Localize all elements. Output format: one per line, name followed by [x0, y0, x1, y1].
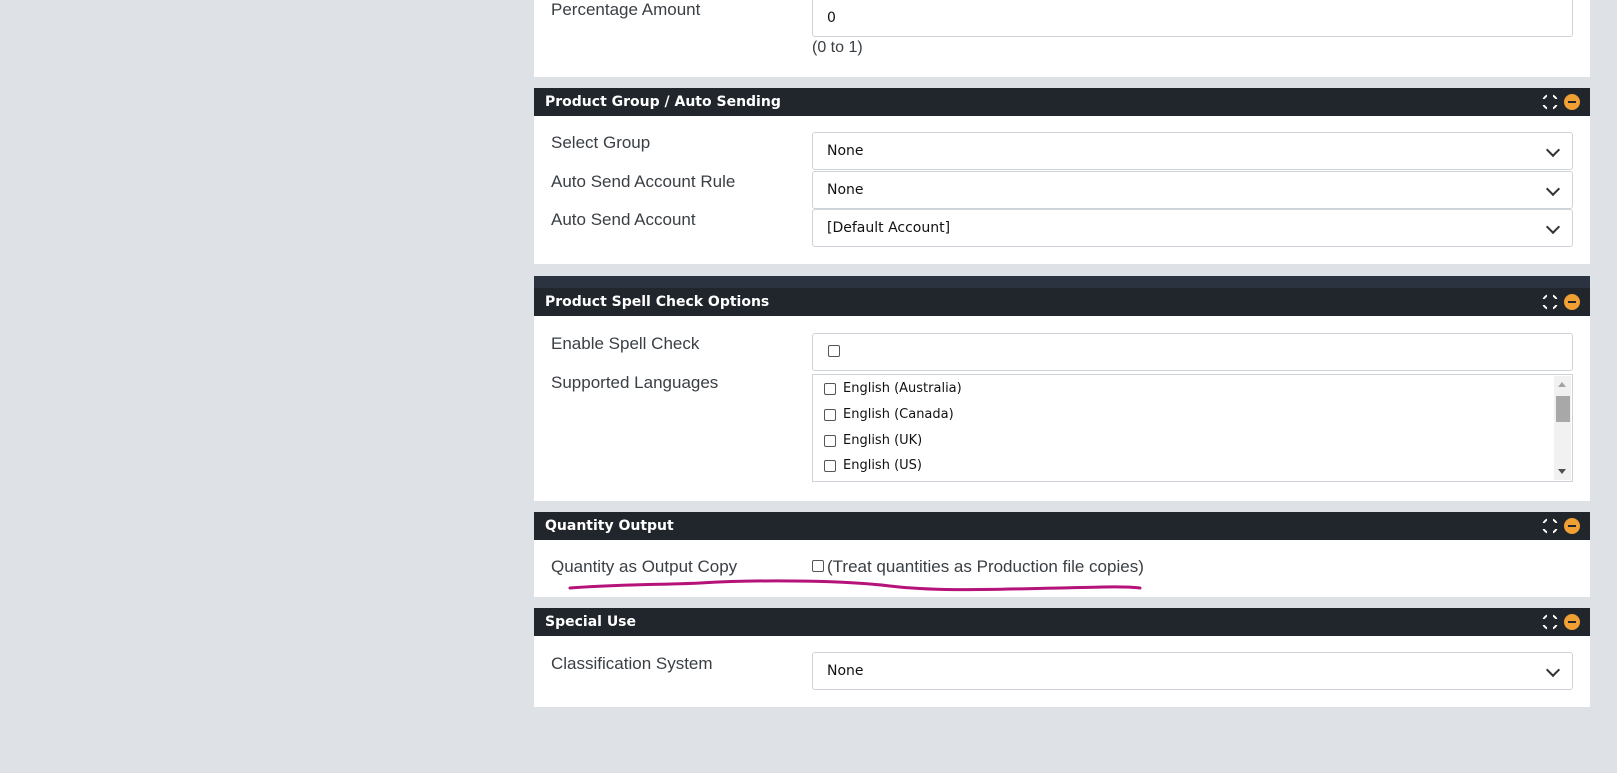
quantity-output-title: Quantity Output [545, 518, 674, 534]
language-checkbox[interactable] [824, 459, 836, 472]
quantity-output-option[interactable]: (Treat quantities as Production file cop… [812, 557, 1144, 577]
enable-spell-check-box [812, 333, 1573, 371]
language-label: English (Canada) [843, 407, 954, 422]
chevron-down-icon [1545, 181, 1561, 197]
section-divider-bar [534, 276, 1590, 288]
language-label: English (US) [843, 458, 922, 473]
auto-send-account-label: Auto Send Account [551, 210, 696, 229]
languages-scrollbar[interactable] [1554, 376, 1571, 480]
special-use-header: Special Use [534, 608, 1590, 636]
annotation-underline [568, 579, 1142, 592]
auto-send-rule-select[interactable]: None [812, 171, 1573, 209]
language-checkbox[interactable] [824, 434, 836, 447]
collapse-icon[interactable] [1564, 518, 1580, 534]
quantity-output-text: (Treat quantities as Production file cop… [827, 557, 1144, 576]
auto-send-rule-label: Auto Send Account Rule [551, 172, 736, 191]
expand-icon[interactable] [1542, 294, 1558, 310]
chevron-down-icon [1545, 142, 1561, 158]
expand-icon[interactable] [1542, 94, 1558, 110]
percentage-amount-input[interactable]: 0 [812, 0, 1573, 37]
classification-system-value: None [827, 663, 864, 679]
percentage-hint: (0 to 1) [812, 39, 863, 56]
quantity-as-output-copy-label: Quantity as Output Copy [551, 557, 738, 576]
auto-send-account-value: [Default Account] [827, 220, 951, 236]
supported-languages-label: Supported Languages [551, 373, 719, 392]
language-checkbox[interactable] [824, 408, 836, 421]
spell-check-title: Product Spell Check Options [545, 294, 770, 310]
enable-spell-check-label: Enable Spell Check [551, 334, 700, 353]
scroll-down-arrow-icon[interactable] [1558, 469, 1566, 474]
collapse-icon[interactable] [1564, 94, 1580, 110]
supported-languages-list[interactable]: English (Australia) English (Canada) Eng… [812, 374, 1573, 482]
list-item[interactable]: English (UK) [824, 433, 922, 448]
spell-check-header: Product Spell Check Options [534, 288, 1590, 316]
product-group-header: Product Group / Auto Sending [534, 88, 1590, 116]
classification-system-label: Classification System [551, 654, 713, 673]
list-item[interactable]: English (Australia) [824, 381, 962, 396]
chevron-down-icon [1545, 219, 1561, 235]
select-group-select[interactable]: None [812, 132, 1573, 170]
list-item[interactable]: English (Canada) [824, 407, 954, 422]
collapse-icon[interactable] [1564, 294, 1580, 310]
language-checkbox[interactable] [824, 382, 836, 395]
special-use-title: Special Use [545, 614, 637, 630]
language-label: English (UK) [843, 433, 923, 448]
expand-icon[interactable] [1542, 614, 1558, 630]
product-group-title: Product Group / Auto Sending [545, 94, 781, 110]
percentage-amount-label: Percentage Amount [551, 0, 701, 19]
expand-icon[interactable] [1542, 518, 1558, 534]
scroll-up-arrow-icon[interactable] [1558, 382, 1566, 387]
list-item[interactable]: English (US) [824, 458, 922, 473]
scrollbar-thumb[interactable] [1556, 396, 1570, 422]
auto-send-account-select[interactable]: [Default Account] [812, 209, 1573, 247]
select-group-label: Select Group [551, 133, 651, 152]
language-label: English (Australia) [843, 381, 962, 396]
chevron-down-icon [1545, 662, 1561, 678]
auto-send-rule-value: None [827, 182, 864, 198]
enable-spell-check-checkbox[interactable] [828, 344, 840, 357]
quantity-output-checkbox[interactable] [812, 559, 824, 572]
quantity-output-header: Quantity Output [534, 512, 1590, 540]
select-group-value: None [827, 143, 864, 159]
collapse-icon[interactable] [1564, 614, 1580, 630]
classification-system-select[interactable]: None [812, 652, 1573, 690]
